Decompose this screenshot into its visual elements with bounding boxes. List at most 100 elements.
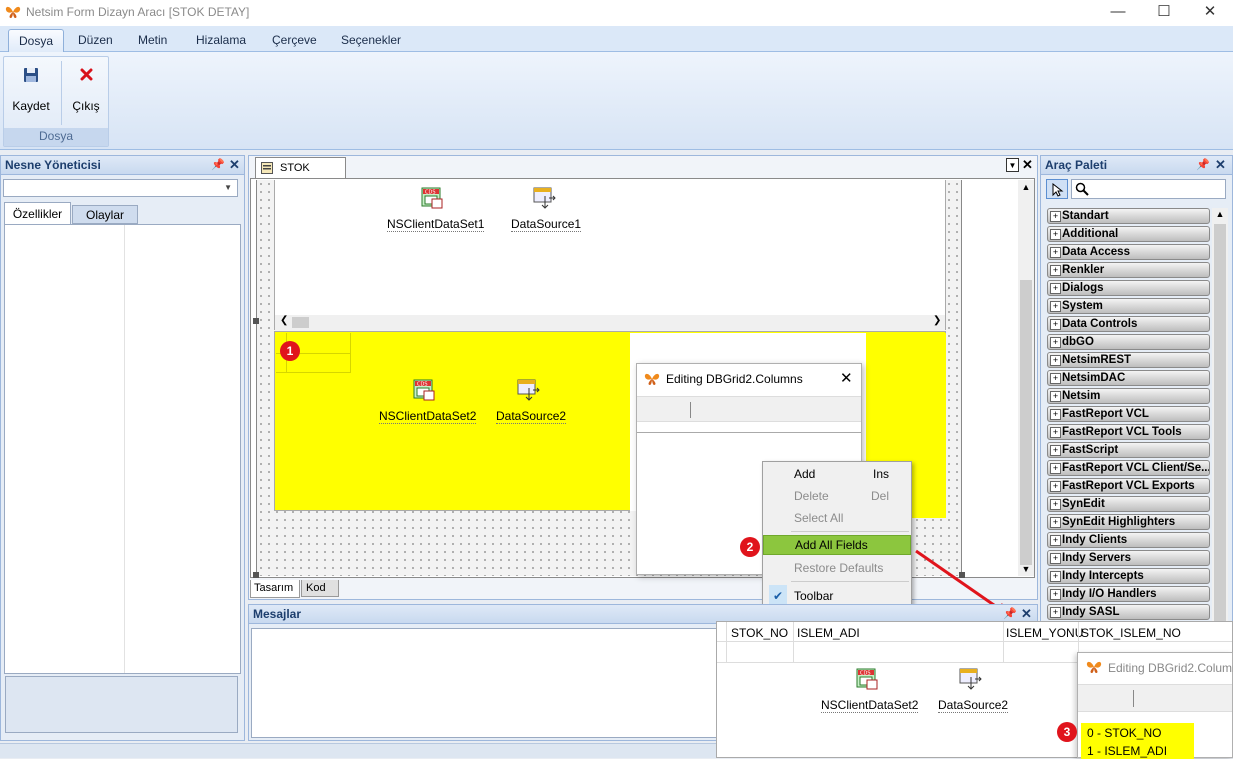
tab-events[interactable]: Olaylar bbox=[72, 205, 138, 224]
palette-category[interactable]: + Indy SASL bbox=[1047, 604, 1210, 620]
minimize-button[interactable]: — bbox=[1095, 0, 1141, 26]
preview-field-item: 0 - STOK_NO bbox=[1087, 726, 1162, 740]
expand-plus-icon: + bbox=[1050, 373, 1061, 384]
expand-plus-icon: + bbox=[1050, 445, 1061, 456]
ribbon-tab-metin[interactable]: Metin bbox=[128, 29, 177, 52]
palette-category[interactable]: + Renkler bbox=[1047, 262, 1210, 278]
step-badge-1: 1 bbox=[280, 341, 300, 361]
palette-category-label: FastScript bbox=[1062, 444, 1119, 456]
vertical-scrollbar[interactable]: ▲ ▼ bbox=[1018, 180, 1034, 576]
ribbon-tab-dosya[interactable]: Dosya bbox=[8, 29, 65, 52]
close-icon[interactable]: ✕ bbox=[1215, 156, 1226, 174]
selection-handle-left[interactable] bbox=[253, 318, 259, 324]
hscroll-thumb[interactable] bbox=[292, 317, 309, 328]
expand-plus-icon: + bbox=[1050, 337, 1061, 348]
menu-label: Select All bbox=[794, 511, 844, 525]
palette-category[interactable]: + FastReport VCL bbox=[1047, 406, 1210, 422]
component-label: DataSource2 bbox=[938, 698, 1009, 713]
palette-category[interactable]: + Indy I/O Handlers bbox=[1047, 586, 1210, 602]
tab-stok-detay[interactable]: STOK DETAY bbox=[255, 157, 346, 194]
expand-plus-icon: + bbox=[1050, 247, 1061, 258]
expand-plus-icon: + bbox=[1050, 301, 1061, 312]
preview-col-stok-islem-no: STOK_ISLEM_NO bbox=[1081, 626, 1181, 640]
palette-category-label: SynEdit Highlighters bbox=[1062, 516, 1176, 528]
ribbon-tab-hizalama[interactable]: Hizalama bbox=[186, 29, 256, 52]
ribbon-tab-secenekler[interactable]: Seçenekler bbox=[331, 29, 411, 52]
palette-category[interactable]: + Indy Servers bbox=[1047, 550, 1210, 566]
close-icon[interactable]: ✕ bbox=[229, 156, 240, 174]
close-window-button[interactable]: ✕ bbox=[1187, 0, 1233, 26]
palette-scrollbar[interactable]: ▲ bbox=[1212, 208, 1228, 622]
palette-category[interactable]: + NetsimDAC bbox=[1047, 370, 1210, 386]
menu-item-delete[interactable]: Delete Del bbox=[763, 485, 911, 507]
expand-plus-icon: + bbox=[1050, 211, 1061, 222]
pointer-tool-button[interactable] bbox=[1046, 179, 1068, 199]
menu-item-add[interactable]: Add Ins bbox=[763, 463, 911, 485]
palette-category-label: Data Controls bbox=[1062, 318, 1138, 330]
palette-category[interactable]: + SynEdit bbox=[1047, 496, 1210, 512]
pin-icon[interactable]: 📌 bbox=[1196, 156, 1210, 174]
palette-category[interactable]: + NetsimREST bbox=[1047, 352, 1210, 368]
palette-category[interactable]: + FastScript bbox=[1047, 442, 1210, 458]
palette-category[interactable]: + Standart bbox=[1047, 208, 1210, 224]
tab-code[interactable]: Kod bbox=[301, 580, 339, 597]
toolbar-separator bbox=[690, 402, 691, 418]
datasource-icon bbox=[517, 379, 540, 401]
expand-plus-icon: + bbox=[1050, 535, 1061, 546]
close-tab-icon[interactable]: ✕ bbox=[1021, 158, 1034, 172]
scroll-left-icon[interactable]: ❮ bbox=[280, 315, 288, 326]
palette-category-label: Standart bbox=[1062, 210, 1109, 222]
palette-category-label: dbGO bbox=[1062, 336, 1094, 348]
palette-category[interactable]: + System bbox=[1047, 298, 1210, 314]
preview-columns-editor: Editing DBGrid2.Columns 0 - STOK_NO 1 - … bbox=[1077, 652, 1233, 759]
tab-properties[interactable]: Özellikler bbox=[4, 202, 71, 225]
close-dialog-icon[interactable]: ✕ bbox=[840, 369, 853, 387]
maximize-button[interactable]: ☐ bbox=[1141, 0, 1187, 26]
scroll-down-icon[interactable]: ▼ bbox=[1018, 564, 1034, 574]
palette-category[interactable]: + Netsim bbox=[1047, 388, 1210, 404]
scroll-thumb[interactable] bbox=[1020, 280, 1032, 565]
palette-category-label: Indy Clients bbox=[1062, 534, 1128, 546]
palette-search-input[interactable] bbox=[1071, 179, 1226, 199]
palette-category[interactable]: + Dialogs bbox=[1047, 280, 1210, 296]
palette-category[interactable]: + FastReport VCL Tools bbox=[1047, 424, 1210, 440]
expand-plus-icon: + bbox=[1050, 229, 1061, 240]
object-select-dropdown[interactable]: ▼ bbox=[3, 179, 238, 197]
expand-plus-icon: + bbox=[1050, 391, 1061, 402]
tab-design[interactable]: Tasarım bbox=[250, 580, 300, 598]
selection-handle-bottom-left[interactable] bbox=[253, 572, 259, 578]
expand-plus-icon: + bbox=[1050, 571, 1061, 582]
component-label[interactable]: DataSource2 bbox=[496, 409, 567, 424]
form-icon bbox=[261, 162, 273, 174]
menu-label: Restore Defaults bbox=[794, 561, 884, 575]
tab-dropdown-button[interactable]: ▼ bbox=[1006, 158, 1019, 172]
menu-item-restore-defaults[interactable]: Restore Defaults bbox=[763, 557, 911, 579]
palette-category[interactable]: + Indy Clients bbox=[1047, 532, 1210, 548]
menu-item-select-all[interactable]: Select All bbox=[763, 507, 911, 529]
pin-icon[interactable]: 📌 bbox=[211, 156, 225, 174]
ribbon-tab-cerceve[interactable]: Çerçeve bbox=[262, 29, 327, 52]
property-grid[interactable] bbox=[4, 224, 241, 674]
scroll-thumb[interactable] bbox=[1214, 224, 1226, 622]
save-button[interactable]: Kaydet bbox=[6, 57, 56, 129]
ribbon-tab-duzen[interactable]: Düzen bbox=[68, 29, 123, 52]
palette-category[interactable]: + Indy Intercepts bbox=[1047, 568, 1210, 584]
menu-item-add-all-fields[interactable]: Add All Fields bbox=[763, 535, 911, 555]
scroll-up-icon[interactable]: ▲ bbox=[1212, 209, 1228, 219]
palette-category[interactable]: + Data Access bbox=[1047, 244, 1210, 260]
top-panel[interactable]: ❮ ❯ bbox=[274, 180, 946, 330]
exit-button[interactable]: Çıkış bbox=[61, 57, 111, 129]
horizontal-scrollbar[interactable]: ❮ ❯ bbox=[275, 315, 945, 330]
component-label[interactable]: NSClientDataSet1 bbox=[387, 217, 485, 232]
component-label[interactable]: DataSource1 bbox=[511, 217, 582, 232]
palette-category[interactable]: + SynEdit Highlighters bbox=[1047, 514, 1210, 530]
expand-plus-icon: + bbox=[1050, 355, 1061, 366]
palette-category[interactable]: + Data Controls bbox=[1047, 316, 1210, 332]
palette-category[interactable]: + dbGO bbox=[1047, 334, 1210, 350]
scroll-right-icon[interactable]: ❯ bbox=[933, 315, 941, 326]
palette-category[interactable]: + Additional bbox=[1047, 226, 1210, 242]
palette-category[interactable]: + FastReport VCL Exports bbox=[1047, 478, 1210, 494]
component-label[interactable]: NSClientDataSet2 bbox=[379, 409, 477, 424]
palette-category[interactable]: + FastReport VCL Client/Se... bbox=[1047, 460, 1210, 476]
scroll-up-icon[interactable]: ▲ bbox=[1018, 182, 1034, 192]
